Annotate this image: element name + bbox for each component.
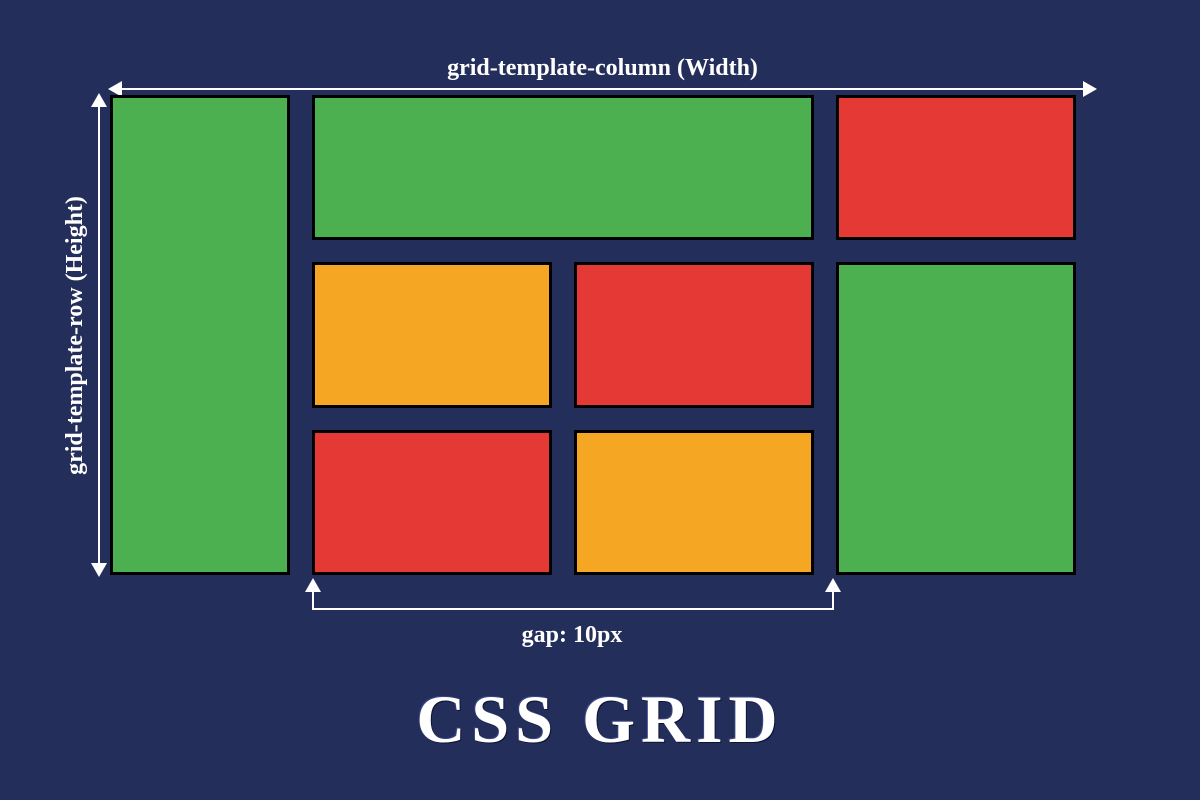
row-axis-label: grid-template-row (Height)	[62, 196, 89, 475]
grid-cell-5	[574, 262, 814, 407]
diagram-title: CSS GRID	[0, 680, 1200, 759]
css-grid	[110, 95, 1095, 575]
row-axis-label-wrap: grid-template-row (Height)	[60, 95, 90, 575]
grid-cell-8	[574, 430, 814, 575]
row-axis-arrow	[98, 95, 100, 575]
grid-cell-7	[312, 430, 552, 575]
grid-container	[110, 95, 1095, 575]
grid-cell-4	[312, 262, 552, 407]
grid-cell-3	[836, 95, 1076, 240]
column-axis-label: grid-template-column (Width)	[110, 55, 1095, 82]
grid-cell-6	[836, 262, 1076, 575]
gap-label: gap: 10px	[312, 622, 832, 649]
grid-cell-1	[110, 95, 290, 575]
gap-bracket-bar	[312, 608, 832, 610]
column-axis-arrow	[110, 88, 1095, 90]
grid-cell-2	[312, 95, 814, 240]
